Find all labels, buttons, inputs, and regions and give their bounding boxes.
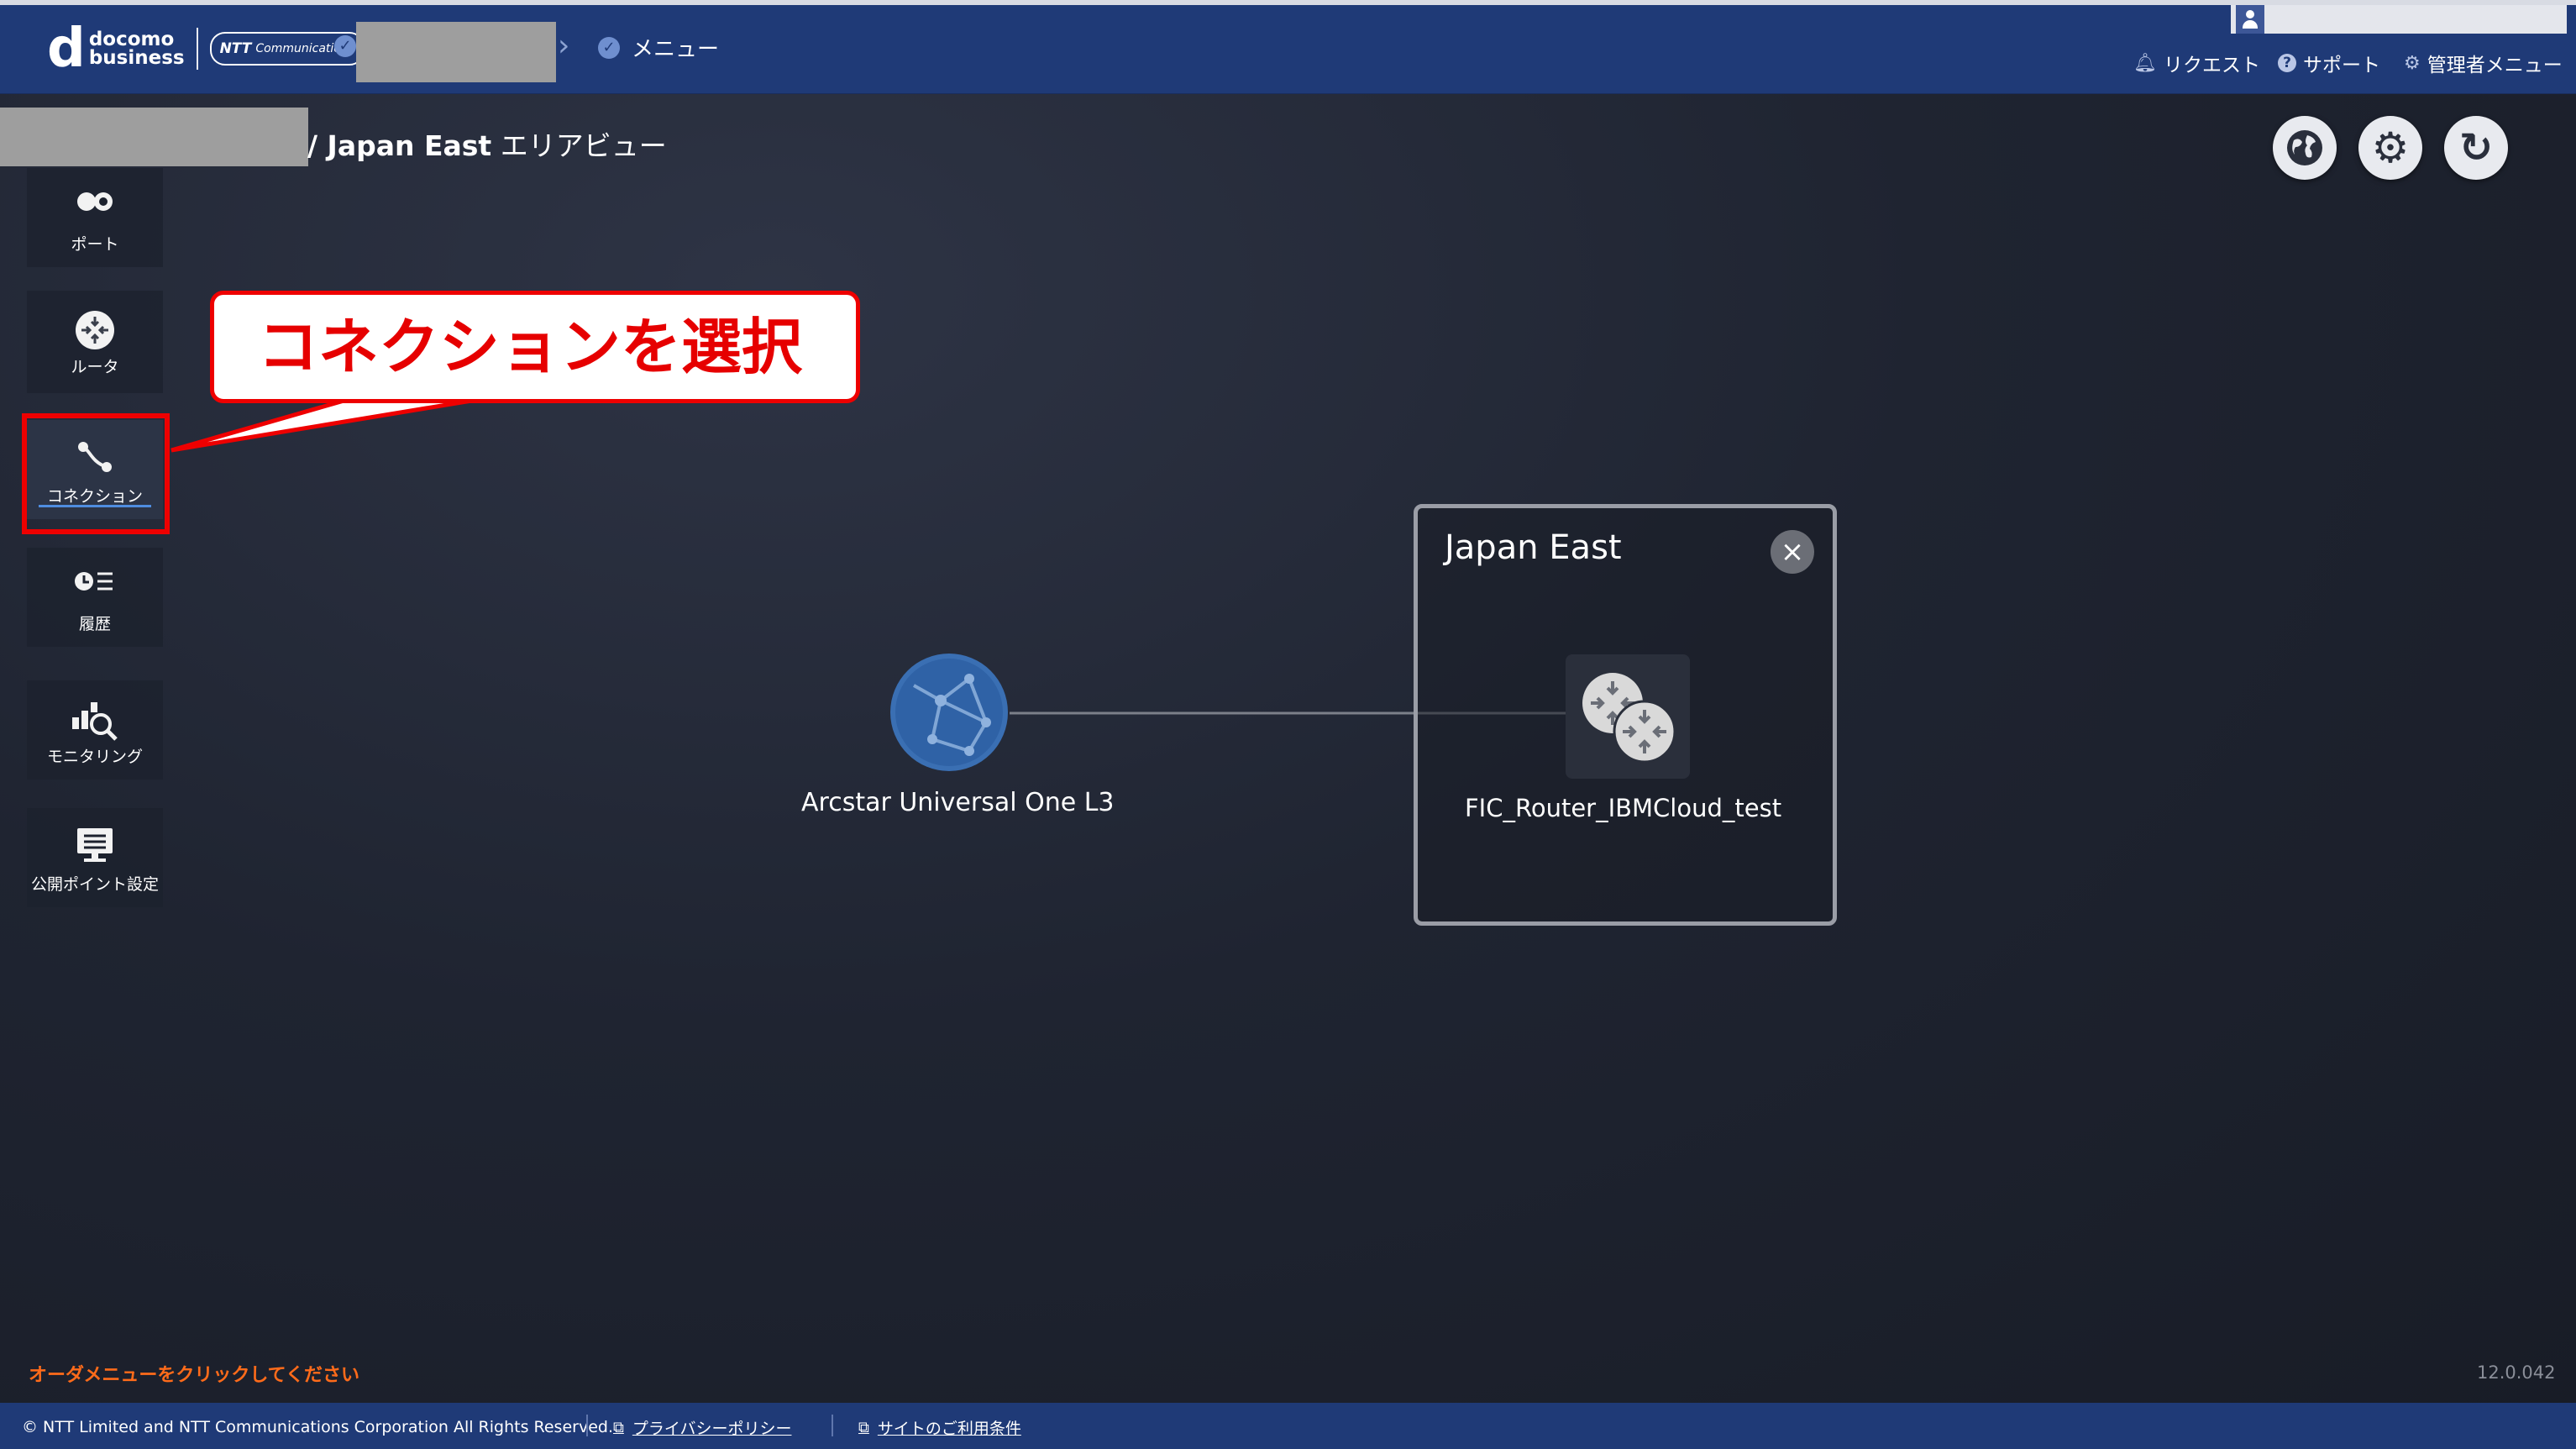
sidebar-item-port-label: ポート	[71, 235, 119, 254]
arcstar-network-node[interactable]	[889, 652, 1010, 773]
terms-of-use-link[interactable]: ⧉ サイトのご利用条件	[858, 1416, 1021, 1439]
history-icon	[27, 566, 163, 603]
sidebar-item-monitoring-label: モニタリング	[46, 748, 143, 766]
docomo-business-logo[interactable]: d docomo business NTT Communications	[47, 18, 365, 80]
sidebar-item-public-point-label: 公開ポイント設定	[30, 875, 159, 894]
footer-divider	[832, 1415, 833, 1436]
redacted-title-prefix	[0, 108, 308, 166]
port-icon	[27, 186, 163, 223]
external-link-icon: ⧉	[613, 1419, 624, 1436]
sidebar-item-port[interactable]: ポート	[27, 168, 163, 267]
callout-select-connection: コネクションを選択	[210, 291, 860, 403]
refresh-button[interactable]: ↻	[2444, 116, 2508, 180]
user-icon[interactable]	[2236, 5, 2264, 34]
external-link-icon: ⧉	[858, 1419, 869, 1436]
help-icon: ?	[2278, 54, 2296, 72]
settings-button[interactable]: ⚙	[2358, 116, 2422, 180]
order-menu-hint: オーダメニューをクリックしてください	[29, 1365, 360, 1386]
logo-mark: d	[47, 18, 86, 80]
page-title-area: / Japan East	[307, 129, 492, 162]
redacted-tenant-name[interactable]	[356, 22, 556, 82]
globe-icon	[2287, 130, 2322, 165]
sidebar-item-public-point[interactable]: 公開ポイント設定	[27, 808, 163, 907]
area-close-button[interactable]: ×	[1771, 530, 1814, 574]
footer-divider	[586, 1415, 588, 1436]
breadcrumb-menu-check-icon: ✓	[598, 37, 620, 59]
breadcrumb-check-icon: ✓	[334, 35, 356, 57]
breadcrumb-chevron-icon: ›	[558, 29, 570, 63]
privacy-policy-label: プライバシーポリシー	[632, 1420, 792, 1438]
copyright-text: © NTT Limited and NTT Communications Cor…	[22, 1418, 613, 1436]
arcstar-node-label: Arcstar Universal One L3	[801, 788, 1115, 817]
logo-word-1: docomo	[88, 29, 175, 50]
nav-request-label: リクエスト	[2163, 55, 2260, 76]
logo-words: docomo business	[88, 29, 185, 69]
connection-line	[1010, 711, 1586, 715]
page-title: / Japan East エリアビュー	[307, 123, 667, 164]
sidebar-item-monitoring[interactable]: モニタリング	[27, 680, 163, 780]
user-name-redacted[interactable]	[2231, 5, 2567, 34]
router-node[interactable]	[1566, 654, 1690, 779]
footer-bar: © NTT Limited and NTT Communications Cor…	[0, 1403, 2576, 1449]
version-number: 12.0.042	[2477, 1362, 2556, 1383]
gear-icon: ⚙	[2404, 52, 2421, 74]
close-icon: ×	[1780, 535, 1805, 569]
logo-divider	[196, 28, 198, 70]
page-title-view: エリアビュー	[491, 129, 667, 162]
globe-view-button[interactable]	[2273, 116, 2337, 180]
highlight-box-connection	[22, 413, 170, 534]
nav-support-label: サポート	[2303, 55, 2380, 76]
nav-admin-menu[interactable]: ⚙ 管理者メニュー	[2404, 49, 2563, 77]
sidebar-item-history[interactable]: 履歴	[27, 548, 163, 647]
nav-request[interactable]: 🔔︎ リクエスト	[2133, 49, 2260, 77]
public-point-icon	[27, 827, 163, 864]
bell-icon: 🔔︎	[2133, 52, 2157, 74]
privacy-policy-link[interactable]: ⧉ プライバシーポリシー	[613, 1416, 791, 1439]
network-globe-icon	[890, 654, 1008, 771]
callout-pointer	[171, 396, 488, 453]
logo-word-2: business	[88, 47, 185, 69]
monitoring-icon	[27, 699, 163, 741]
area-panel-japan-east: Japan East × FIC_Router_IBMCloud_test	[1414, 504, 1837, 926]
ntt-logo-main: NTT	[219, 40, 252, 57]
sidebar-item-router-label: ルータ	[71, 358, 119, 376]
routers-icon	[1582, 673, 1676, 764]
area-panel-title: Japan East	[1445, 528, 1622, 567]
router-icon	[27, 309, 163, 349]
terms-of-use-label: サイトのご利用条件	[877, 1420, 1021, 1438]
refresh-icon: ↻	[2458, 124, 2494, 171]
router-node-label: FIC_Router_IBMCloud_test	[1465, 794, 1782, 822]
sidebar-item-history-label: 履歴	[78, 615, 111, 633]
nav-admin-menu-label: 管理者メニュー	[2426, 55, 2563, 76]
settings-gear-icon: ⚙	[2371, 123, 2410, 172]
sidebar-item-router[interactable]: ルータ	[27, 291, 163, 393]
breadcrumb-menu[interactable]: メニュー	[632, 32, 719, 63]
nav-support[interactable]: ? サポート	[2278, 49, 2380, 77]
